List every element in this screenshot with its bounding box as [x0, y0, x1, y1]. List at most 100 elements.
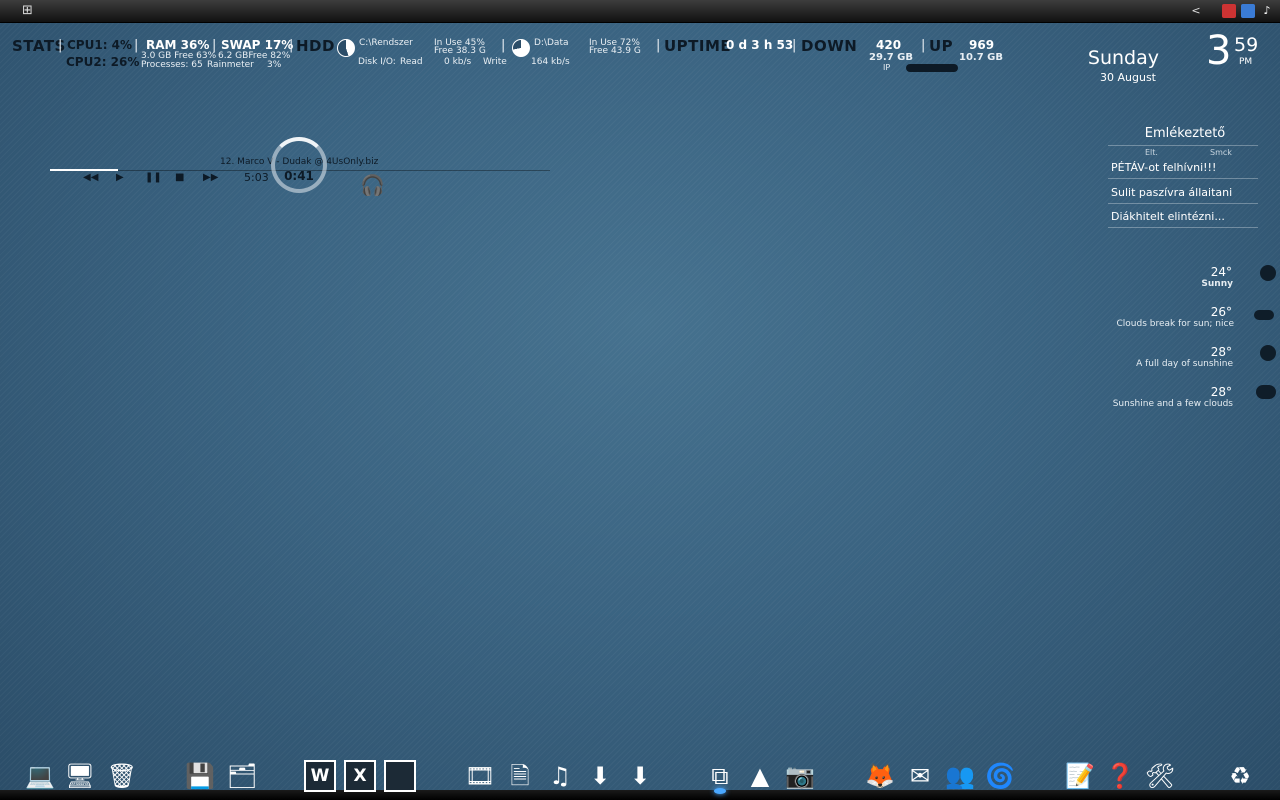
reminder-item[interactable]: PÉTÁV-ot felhívni!!! — [1111, 161, 1216, 174]
pause-icon[interactable]: ❚❚ — [145, 172, 162, 183]
uptime-label: UPTIME — [664, 37, 732, 55]
downloads-folder-2-icon[interactable]: ⬇ — [624, 760, 656, 792]
reminder-item[interactable]: Diákhitelt elintézni... — [1111, 210, 1225, 223]
downloads-folder-icon[interactable]: ⬇ — [584, 760, 616, 792]
play-icon[interactable]: ▶ — [116, 172, 124, 183]
hdd-label: HDD — [296, 37, 335, 55]
clock-date: 30 August — [1100, 71, 1156, 84]
windows-logo-icon[interactable]: ⊞ — [22, 3, 38, 19]
process-count: Processes: 65 — [141, 60, 203, 70]
videos-folder-icon[interactable]: 🎞 — [464, 760, 496, 792]
upload-label: UP — [929, 37, 954, 55]
help-icon[interactable]: ❓ — [1104, 760, 1136, 792]
recycle-trash-icon[interactable]: ♻ — [1224, 760, 1256, 792]
notepad-icon[interactable]: 📝 — [1064, 760, 1096, 792]
save-disk-icon[interactable]: 💾 — [184, 760, 216, 792]
download-value: 420 — [876, 38, 902, 52]
drive-c-pie-icon — [337, 39, 355, 57]
reminder-item[interactable]: Sulit paszívra állaitani — [1111, 186, 1232, 199]
separator: | — [289, 38, 294, 53]
volume-icon[interactable]: ♪ — [1260, 4, 1274, 18]
next-icon[interactable]: ▶▶ — [203, 172, 218, 183]
recycle-bin-icon[interactable]: 🗑 — [106, 760, 138, 792]
tray-expand-arrow-icon[interactable]: < — [1191, 4, 1201, 18]
ip-label: IP — [883, 63, 891, 72]
drive-c-free: Free 38.3 G — [434, 46, 486, 56]
cloud-sun-icon — [1254, 310, 1274, 320]
reminders-divider — [1108, 203, 1258, 204]
separator: | — [656, 38, 661, 53]
track-position: 0:41 — [284, 169, 314, 183]
thunderbird-icon[interactable]: ✉ — [904, 760, 936, 792]
weather-temp-day2: 26° — [1210, 305, 1232, 319]
drive-d-free: Free 43.9 G — [589, 46, 641, 56]
drive-c-name: C:\Rendszer — [359, 38, 413, 48]
excel-icon[interactable]: X — [344, 760, 376, 792]
weather-desc-day3: A full day of sunshine — [1136, 359, 1233, 369]
rainmeter-usage: 3% — [267, 60, 282, 70]
headphones-icon[interactable]: 🎧 — [360, 175, 385, 195]
previous-icon[interactable]: ◀◀ — [83, 172, 98, 183]
computer-icon[interactable]: 💻 — [24, 760, 56, 792]
disk-io-label: Disk I/O: — [358, 57, 396, 67]
download-total: 29.7 GB — [869, 52, 913, 63]
stop-icon[interactable]: ■ — [175, 172, 184, 183]
disk-read-label: Read — [400, 57, 423, 67]
reminders-divider — [1108, 227, 1258, 228]
network-icon[interactable] — [1241, 4, 1255, 18]
weather-desc-day2: Clouds break for sun; nice — [1116, 319, 1234, 329]
clock-ampm: PM — [1239, 57, 1253, 67]
tools-icon[interactable]: 🛠 — [1144, 760, 1176, 792]
network-computer-icon[interactable]: 🖥 — [64, 760, 96, 792]
upload-total: 10.7 GB — [959, 52, 1003, 63]
uptime-value: 0 d 3 h 53 — [726, 38, 794, 52]
ip-redacted — [906, 64, 958, 72]
weather-temp-day3: 28° — [1210, 345, 1232, 359]
track-duration: 5:03 — [244, 171, 269, 184]
cpu2-usage: CPU2: 26% — [66, 55, 140, 69]
disk-write-value: 164 kb/s — [531, 57, 570, 67]
top-bar — [0, 0, 1280, 23]
reminders-title: Emlékeztető — [1144, 126, 1226, 141]
camera-icon[interactable]: 📷 — [784, 760, 816, 792]
clock-day: Sunday — [1087, 47, 1159, 69]
file-manager-icon[interactable]: 🗂 — [226, 760, 258, 792]
download-label: DOWN — [801, 37, 858, 55]
clock-minute: 59 — [1234, 34, 1259, 56]
cloud-sun-icon — [1256, 385, 1276, 399]
music-folder-icon[interactable]: ♫ — [544, 760, 576, 792]
cpu1-usage: CPU1: 4% — [67, 38, 133, 52]
separator: | — [58, 38, 63, 53]
player-progress-bar[interactable] — [50, 169, 118, 171]
separator: | — [792, 38, 797, 53]
sun-icon — [1260, 345, 1276, 361]
vlc-icon[interactable]: ▲ — [744, 760, 776, 792]
clock-hour: 3 — [1206, 28, 1232, 74]
safely-remove-icon[interactable] — [1222, 4, 1236, 18]
reminders-divider — [1108, 145, 1258, 146]
drive-d-pie-icon — [512, 39, 530, 57]
disk-read-value: 0 kb/s — [444, 57, 472, 67]
rainmeter-label: Rainmeter — [207, 60, 254, 70]
firefox-icon[interactable]: 🦊 — [864, 760, 896, 792]
reminders-head-left[interactable]: Elt. — [1145, 148, 1158, 157]
playback-ring — [271, 137, 327, 193]
reminders-divider — [1108, 178, 1258, 179]
ram-usage: RAM 36% — [146, 38, 210, 52]
reminders-head-right[interactable]: Smck — [1210, 148, 1232, 157]
drive-d-name: D:\Data — [534, 38, 569, 48]
separator: | — [134, 38, 139, 53]
sun-icon — [1260, 265, 1276, 281]
weather-desc-day4: Sunshine and a few clouds — [1112, 399, 1233, 409]
running-indicator — [714, 788, 726, 794]
system-tray: < ♪ — [1191, 3, 1274, 19]
documents-folder-icon[interactable]: 🗎 — [504, 760, 536, 792]
powerpoint-icon[interactable] — [384, 760, 416, 792]
swap-usage: SWAP 17% — [221, 38, 294, 52]
separator: | — [501, 38, 506, 53]
bittorrent-icon[interactable]: 🌀 — [984, 760, 1016, 792]
disk-write-label: Write — [483, 57, 507, 67]
messenger-icon[interactable]: 👥 — [944, 760, 976, 792]
upload-value: 969 — [969, 38, 995, 52]
word-icon[interactable]: W — [304, 760, 336, 792]
